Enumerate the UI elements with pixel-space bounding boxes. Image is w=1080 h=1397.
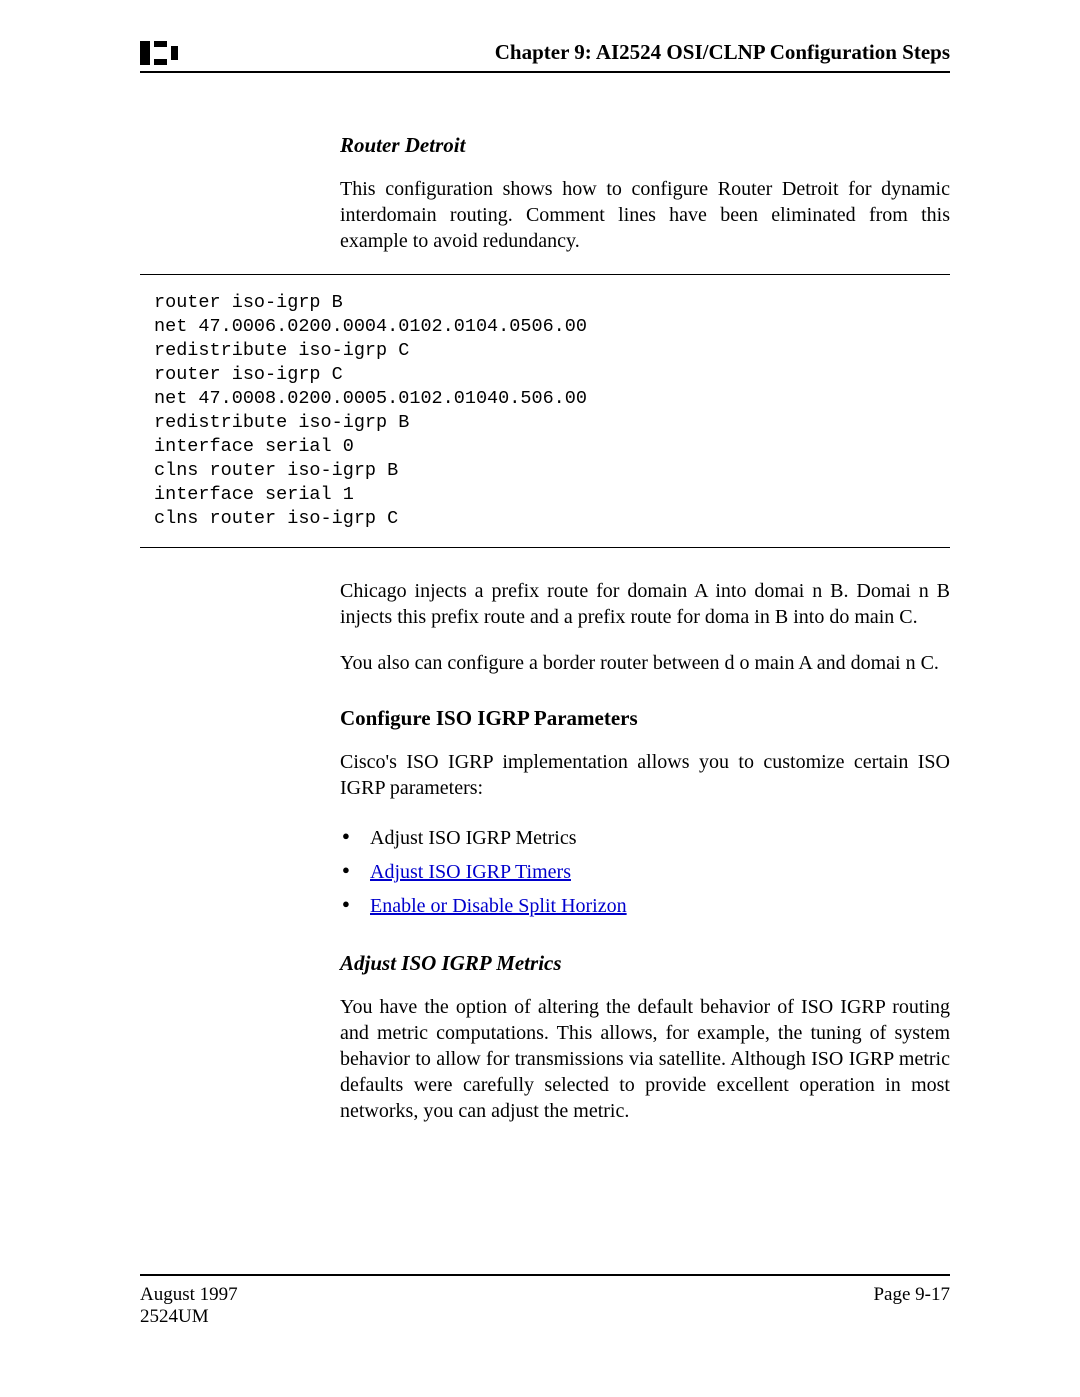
para-border-router: You also can configure a border router b… — [340, 650, 950, 676]
heading-adjust-metrics: Adjust ISO IGRP Metrics — [340, 951, 950, 976]
footer-page-number: Page 9-17 — [873, 1284, 950, 1328]
para-configure-intro: Cisco's ISO IGRP implementation allows y… — [340, 749, 950, 801]
bullet-list-parameters: Adjust ISO IGRP Metrics Adjust ISO IGRP … — [340, 821, 950, 923]
bullet-text-metrics: Adjust ISO IGRP Metrics — [370, 827, 576, 849]
para-router-detroit-intro: This configuration shows how to configur… — [340, 176, 950, 254]
para-chicago-injects: Chicago injects a prefix route for domai… — [340, 578, 950, 630]
after-code-block: Chicago injects a prefix route for domai… — [340, 578, 950, 676]
link-split-horizon[interactable]: Enable or Disable Split Horizon — [370, 895, 627, 917]
link-adjust-timers[interactable]: Adjust ISO IGRP Timers — [370, 861, 571, 883]
document-page: Chapter 9: AI2524 OSI/CLNP Configuration… — [0, 0, 1080, 1378]
code-block-router-config: router iso-igrp B net 47.0006.0200.0004.… — [140, 289, 950, 533]
chapter-title: Chapter 9: AI2524 OSI/CLNP Configuration… — [495, 40, 950, 65]
para-adjust-metrics: You have the option of altering the defa… — [340, 994, 950, 1124]
section-router-detroit: Router Detroit This configuration shows … — [340, 133, 950, 254]
company-logo-icon — [140, 41, 180, 65]
heading-configure-iso-igrp: Configure ISO IGRP Parameters — [340, 706, 950, 731]
list-item: Enable or Disable Split Horizon — [340, 889, 950, 923]
footer-doc-id: 2524UM — [140, 1306, 238, 1328]
page-footer: August 1997 2524UM Page 9-17 — [140, 1274, 950, 1328]
footer-left: August 1997 2524UM — [140, 1284, 238, 1328]
footer-date: August 1997 — [140, 1284, 238, 1306]
section-configure-iso-igrp: Configure ISO IGRP Parameters Cisco's IS… — [340, 706, 950, 923]
page-header: Chapter 9: AI2524 OSI/CLNP Configuration… — [140, 40, 950, 73]
heading-router-detroit: Router Detroit — [340, 133, 950, 158]
section-adjust-metrics: Adjust ISO IGRP Metrics You have the opt… — [340, 951, 950, 1124]
list-item: Adjust ISO IGRP Timers — [340, 855, 950, 889]
divider-top — [140, 274, 950, 275]
divider-bottom — [140, 547, 950, 548]
list-item: Adjust ISO IGRP Metrics — [340, 821, 950, 855]
